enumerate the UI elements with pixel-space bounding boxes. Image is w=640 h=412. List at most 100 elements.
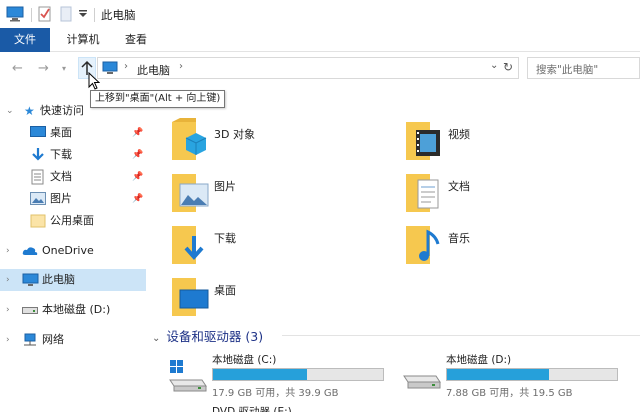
sidebar-item-label: 图片 [50, 192, 72, 205]
expand-chevron-icon[interactable]: › [6, 269, 10, 291]
tab-file[interactable]: 文件 [0, 28, 50, 52]
sidebar-item-local-disk-d[interactable]: › 本地磁盘 (D:) [0, 299, 146, 321]
properties-icon[interactable] [38, 6, 52, 22]
up-button-tooltip: 上移到"桌面"(Alt + 向上键) [90, 90, 226, 108]
folder-music[interactable]: 音乐 [384, 220, 584, 266]
title-separator-2 [94, 8, 95, 22]
pin-icon[interactable]: 📌 [132, 188, 143, 210]
sidebar-item-downloads[interactable]: 下载 📌 [0, 144, 146, 166]
sidebar-item-public-desktop[interactable]: 公用桌面 [0, 210, 146, 232]
breadcrumb-separator-icon[interactable]: › [124, 61, 128, 72]
address-bar[interactable]: › 此电脑 › ⌄ ↻ [97, 57, 519, 79]
drive-d[interactable]: 本地磁盘 (D:) 7.88 GB 可用，共 19.5 GB [402, 352, 618, 402]
drive-e-label-partial[interactable]: DVD 驱动器 (E:) [212, 404, 292, 412]
sidebar-item-this-pc[interactable]: › 此电脑 [0, 269, 146, 291]
drive-c[interactable]: 本地磁盘 (C:) 17.9 GB 可用，共 39.9 GB [168, 352, 384, 402]
customize-toolbar-dropdown-icon[interactable] [78, 10, 88, 18]
breadcrumb-this-pc[interactable]: 此电脑 [137, 62, 170, 78]
sidebar-item-label: 快速访问 [40, 104, 84, 117]
this-pc-icon[interactable] [6, 6, 24, 22]
desktop-icon [172, 278, 209, 316]
new-folder-icon[interactable] [60, 6, 72, 22]
sidebar-item-label: 下载 [50, 148, 72, 161]
documents-icon [406, 174, 439, 212]
folder-label: 音乐 [448, 232, 470, 245]
expand-chevron-icon[interactable]: ⌄ [6, 100, 14, 122]
sidebar-item-network[interactable]: › 网络 [0, 329, 146, 351]
folder-label: 下载 [214, 232, 236, 245]
section-divider [282, 335, 640, 336]
sidebar-item-pictures[interactable]: 图片 📌 [0, 188, 146, 210]
back-button[interactable]: ← [12, 61, 23, 76]
pictures-icon [30, 192, 46, 205]
folder-label: 桌面 [214, 284, 236, 297]
sidebar-item-label: 网络 [42, 333, 64, 346]
windows-drive-icon [169, 360, 207, 392]
search-box[interactable]: 搜索"此电脑" [527, 57, 640, 79]
refresh-icon[interactable]: ↻ [503, 60, 513, 74]
videos-icon [406, 122, 440, 160]
folder-downloads[interactable]: 下载 [150, 220, 350, 266]
folder-label: 视频 [448, 128, 470, 141]
folder-videos[interactable]: 视频 [384, 116, 584, 162]
sidebar-item-label: OneDrive [42, 244, 94, 257]
sidebar-item-label: 桌面 [50, 126, 72, 139]
desktop-icon [30, 126, 46, 137]
folder-pictures[interactable]: 图片 [150, 168, 350, 214]
search-placeholder: 搜索"此电脑" [536, 64, 599, 76]
navigation-pane: ⌄ ★ 快速访问 桌面 📌 下载 📌 文档 📌 图片 📌 公用桌面 › OneD… [0, 96, 146, 412]
3d-objects-icon [172, 118, 207, 160]
drive-space-text: 7.88 GB 可用，共 19.5 GB [446, 388, 573, 399]
pin-icon[interactable]: 📌 [132, 166, 143, 188]
address-dropdown-icon[interactable]: ⌄ [490, 60, 498, 71]
star-icon: ★ [24, 104, 35, 118]
sidebar-item-documents[interactable]: 文档 📌 [0, 166, 146, 188]
documents-icon [31, 169, 44, 185]
sidebar-item-label: 此电脑 [42, 273, 75, 286]
drive-usage-fill [447, 369, 549, 380]
folder-label: 图片 [214, 180, 236, 193]
sidebar-item-label: 文档 [50, 170, 72, 183]
title-separator [31, 8, 32, 22]
folder-label: 3D 对象 [214, 128, 255, 141]
this-pc-icon [102, 61, 118, 74]
breadcrumb-chevron-icon[interactable]: › [179, 61, 183, 72]
downloads-icon [172, 226, 204, 264]
title-bar: 此电脑 [0, 0, 640, 28]
download-icon [32, 148, 44, 161]
drive-usage-bar [212, 368, 384, 381]
mouse-cursor-icon [88, 72, 100, 90]
expand-chevron-icon[interactable]: › [6, 329, 10, 351]
this-pc-icon [22, 273, 39, 286]
folder-3d-objects[interactable]: 3D 对象 [150, 116, 350, 162]
pictures-icon [172, 174, 209, 212]
folder-desktop[interactable]: 桌面 [150, 272, 350, 318]
window-title: 此电脑 [101, 8, 136, 22]
music-icon [406, 226, 440, 264]
recent-locations-icon[interactable]: ▾ [62, 64, 66, 73]
sidebar-item-label: 本地磁盘 (D:) [42, 303, 111, 316]
expand-chevron-icon[interactable]: › [6, 299, 10, 321]
drive-icon [403, 375, 441, 389]
drive-usage-bar [446, 368, 618, 381]
devices-section-header[interactable]: ⌄ 设备和驱动器 (3) [152, 326, 640, 345]
drive-usage-fill [213, 369, 307, 380]
sidebar-item-desktop[interactable]: 桌面 📌 [0, 122, 146, 144]
tab-computer[interactable]: 计算机 [60, 28, 106, 52]
ribbon-tabs: 文件 计算机 查看 [0, 28, 640, 52]
expand-chevron-icon[interactable]: › [6, 240, 10, 262]
sidebar-item-onedrive[interactable]: › OneDrive [0, 240, 146, 262]
pin-icon[interactable]: 📌 [132, 122, 143, 144]
drive-label: 本地磁盘 (C:) [212, 354, 277, 366]
pin-icon[interactable]: 📌 [132, 144, 143, 166]
drive-label: 本地磁盘 (D:) [446, 354, 512, 366]
forward-button[interactable]: → [38, 61, 49, 76]
collapse-chevron-icon[interactable]: ⌄ [152, 333, 160, 344]
tab-view[interactable]: 查看 [116, 28, 156, 52]
drive-space-text: 17.9 GB 可用，共 39.9 GB [212, 388, 339, 399]
network-icon [24, 333, 36, 346]
sidebar-item-label: 公用桌面 [50, 214, 94, 227]
onedrive-cloud-icon [22, 247, 38, 255]
folder-documents[interactable]: 文档 [384, 168, 584, 214]
drive-icon [22, 307, 38, 314]
